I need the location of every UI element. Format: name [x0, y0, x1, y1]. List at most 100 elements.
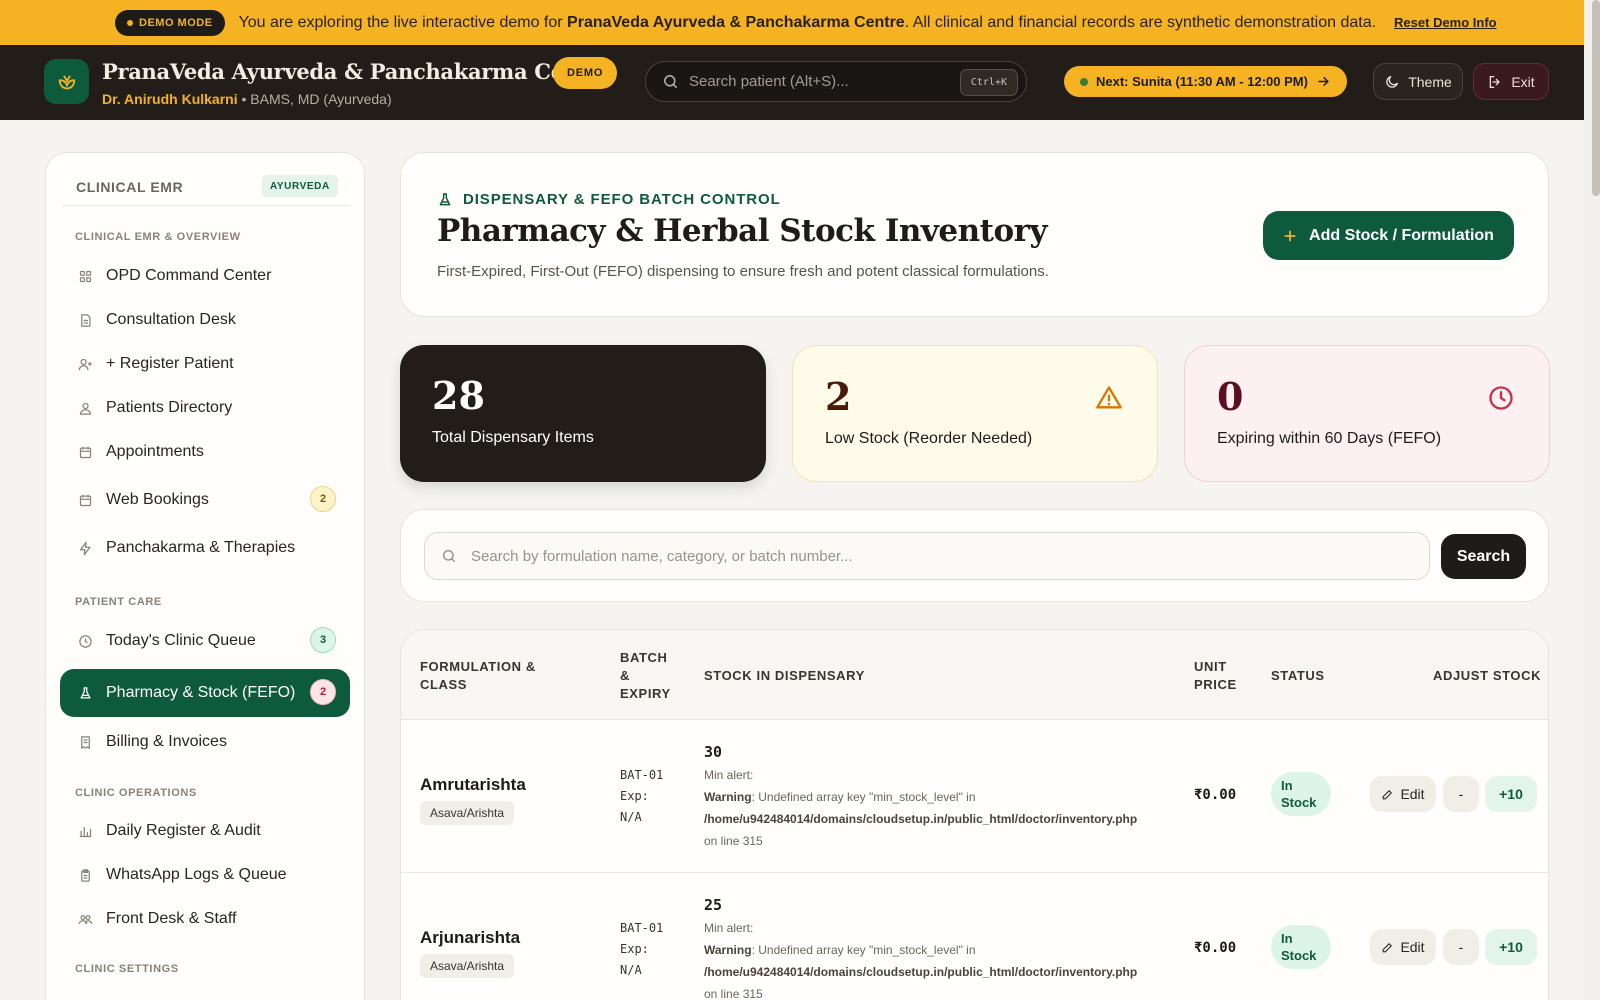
pharmacy-count-badge: 2	[310, 679, 336, 705]
demo-clinic-name: PranaVeda Ayurveda & Panchakarma Centre	[567, 13, 905, 31]
batch-expiry: BAT-01 Exp: N/A	[620, 918, 663, 981]
header-status: STATUS	[1271, 668, 1325, 683]
stat-total-items: 28 Total Dispensary Items	[400, 345, 766, 482]
header-batch-expiry: BATCH & EXPIRY	[620, 649, 671, 703]
demo-mode-badge-label: DEMO MODE	[139, 16, 213, 29]
warning-label: Warning	[704, 943, 752, 957]
patient-search: Ctrl+K	[645, 61, 1027, 102]
warning-text: : Undefined array key "min_stock_level" …	[751, 943, 976, 957]
dot-icon	[127, 19, 133, 26]
inventory-search	[424, 532, 1430, 580]
sidebar-item-front-desk-staff[interactable]: Front Desk & Staff	[60, 896, 350, 942]
sidebar-heading: CLINICAL EMR	[76, 179, 184, 195]
unit-price: ₹0.00	[1194, 787, 1237, 803]
leaf-pot-icon	[58, 75, 75, 89]
section-patient-care: PATIENT CARE	[75, 596, 162, 608]
edit-button[interactable]: Edit	[1370, 929, 1436, 965]
decrease-stock-button[interactable]: -	[1443, 929, 1479, 965]
sidebar-item-opd-command-center[interactable]: OPD Command Center	[60, 253, 350, 299]
status-l1: In	[1281, 778, 1293, 793]
demo-mode-badge: DEMO MODE	[115, 9, 225, 36]
stock-quantity: 30	[704, 743, 723, 761]
demo-mode-banner: DEMO MODE You are exploring the live int…	[0, 0, 1584, 45]
shortcut-hint: Ctrl+K	[959, 69, 1018, 96]
sidebar-item-register-patient[interactable]: + Register Patient	[60, 341, 350, 387]
header-formulation-l1: FORMULATION &	[420, 659, 536, 674]
section-clinic-settings: CLINIC SETTINGS	[75, 963, 179, 975]
search-button[interactable]: Search	[1441, 534, 1526, 579]
table-row: Arjunarishta Asava/Arishta BAT-01 Exp: N/A…	[401, 874, 1548, 1000]
php-warning: Min alert: Warning: Undefined array key "…	[704, 917, 1174, 1000]
page-scrollbar-thumb[interactable]	[1592, 0, 1600, 196]
status-l2: Stock	[1281, 948, 1317, 963]
page-eyebrow: DISPENSARY & FEFO BATCH CONTROL	[437, 191, 781, 208]
header-formulation: FORMULATION & CLASS	[420, 658, 536, 694]
exit-label: Exit	[1511, 73, 1535, 90]
status-badge: In Stock	[1271, 925, 1331, 969]
status-l1: In	[1281, 931, 1293, 946]
header-batch-l3: EXPIRY	[620, 686, 671, 701]
inventory-search-input[interactable]	[471, 547, 1371, 565]
patient-search-input[interactable]	[689, 73, 959, 90]
sidebar-item-billing-invoices[interactable]: Billing & Invoices	[60, 719, 350, 765]
doctor-separator: •	[237, 91, 251, 107]
sidebar: CLINICAL EMR AYURVEDA CLINICAL EMR & OVE…	[45, 152, 365, 1000]
warning-text: : Undefined array key "min_stock_level" …	[751, 790, 976, 804]
sidebar-item-label: Web Bookings	[106, 491, 209, 508]
clinic-queue-count-badge: 3	[310, 627, 336, 653]
sidebar-item-label: Appointments	[106, 443, 204, 460]
demo-mode-message: You are exploring the live interactive d…	[239, 14, 1376, 32]
add-stock-button[interactable]: Add Stock / Formulation	[1263, 211, 1514, 260]
sidebar-item-daily-register[interactable]: Daily Register & Audit	[60, 808, 350, 854]
clinic-title: PranaVeda Ayurveda & Panchakarma Centre	[102, 59, 612, 84]
section-clinic-operations: CLINIC OPERATIONS	[75, 787, 197, 799]
search-icon	[442, 549, 456, 563]
increase-stock-button[interactable]: +10	[1485, 776, 1537, 812]
min-alert-label: Min alert:	[704, 768, 754, 782]
sidebar-item-web-bookings[interactable]: Web Bookings 2	[60, 477, 350, 523]
header-batch-l1: BATCH	[620, 650, 668, 665]
inventory-search-card: Search	[400, 509, 1549, 602]
reset-demo-link[interactable]: Reset Demo Info	[1394, 15, 1497, 30]
sidebar-item-label: + Register Patient	[106, 355, 234, 372]
increase-stock-button[interactable]: +10	[1485, 929, 1537, 965]
sidebar-item-label: Billing & Invoices	[106, 733, 227, 750]
sidebar-item-label: Patients Directory	[106, 399, 233, 416]
batch-number: BAT-01	[620, 921, 664, 935]
receipt-icon	[76, 733, 94, 751]
stat-label: Low Stock (Reorder Needed)	[825, 430, 1033, 447]
team-icon	[76, 910, 94, 928]
sidebar-item-clinic-queue[interactable]: Today's Clinic Queue 3	[60, 618, 350, 664]
stat-value: 0	[1217, 374, 1244, 419]
user-plus-icon	[76, 355, 94, 373]
decrease-stock-button[interactable]: -	[1443, 776, 1479, 812]
document-icon	[76, 311, 94, 329]
sidebar-badge: AYURVEDA	[262, 175, 338, 197]
sidebar-item-pharmacy-stock[interactable]: Pharmacy & Stock (FEFO) 2	[60, 669, 350, 717]
sidebar-item-label: Today's Clinic Queue	[106, 632, 256, 649]
batch-number: BAT-01	[620, 768, 664, 782]
sidebar-item-label: Panchakarma & Therapies	[106, 539, 296, 556]
expiry-label: Exp:	[620, 942, 649, 956]
header-price-l2: PRICE	[1194, 677, 1237, 692]
theme-toggle-button[interactable]: Theme	[1373, 63, 1463, 100]
sidebar-item-patients-directory[interactable]: Patients Directory	[60, 385, 350, 431]
formulation-name: Amrutarishta	[420, 775, 526, 794]
page-title: Pharmacy & Herbal Stock Inventory	[437, 213, 1047, 249]
exit-button[interactable]: Exit	[1473, 63, 1549, 100]
sidebar-item-panchakarma-therapies[interactable]: Panchakarma & Therapies	[60, 525, 350, 571]
stat-label: Expiring within 60 Days (FEFO)	[1217, 430, 1442, 447]
sidebar-item-consultation-desk[interactable]: Consultation Desk	[60, 297, 350, 343]
stat-value: 28	[432, 373, 485, 418]
php-warning: Min alert: Warning: Undefined array key "…	[704, 764, 1174, 852]
edit-button[interactable]: Edit	[1370, 776, 1436, 812]
warning-line: on line 315	[704, 987, 763, 1000]
sidebar-item-whatsapp-logs[interactable]: WhatsApp Logs & Queue	[60, 852, 350, 898]
users-icon	[76, 399, 94, 417]
clock-icon	[76, 632, 94, 650]
next-appointment-button[interactable]: Next: Sunita (11:30 AM - 12:00 PM)	[1064, 66, 1347, 97]
header-adjust-stock: ADJUST STOCK	[1433, 668, 1542, 683]
bar-chart-icon	[76, 822, 94, 840]
sidebar-item-appointments[interactable]: Appointments	[60, 429, 350, 475]
table-row: Amrutarishta Asava/Arishta BAT-01 Exp: N/A…	[401, 721, 1548, 873]
